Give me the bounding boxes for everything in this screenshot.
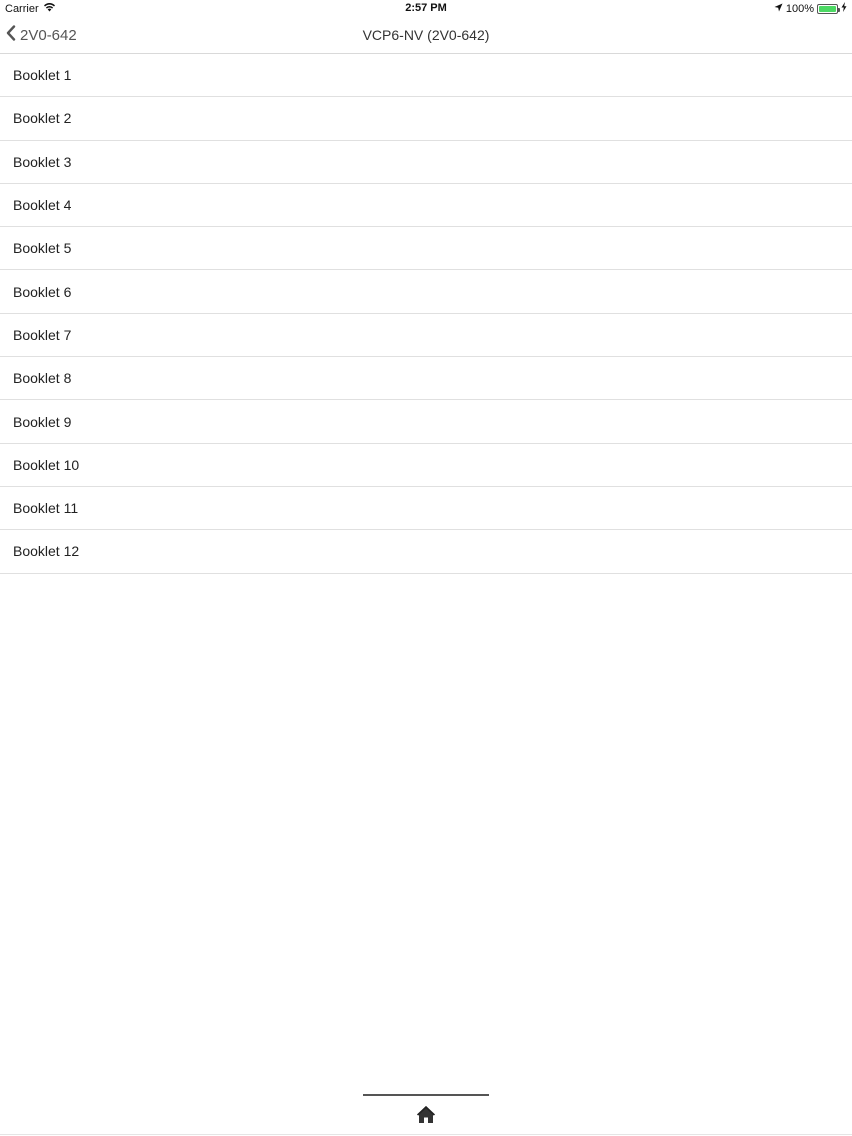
list-item-label: Booklet 6 [13, 283, 72, 300]
status-right: 100% [774, 2, 847, 15]
list-item-label: Booklet 9 [13, 413, 72, 430]
toolbar-indicator-line [363, 1094, 489, 1096]
location-arrow-icon [774, 3, 783, 15]
list-item[interactable]: Booklet 12 [0, 530, 852, 574]
battery-tip [838, 7, 840, 12]
home-icon [416, 1105, 436, 1129]
list-item-label: Booklet 5 [13, 240, 72, 257]
booklet-list: Booklet 1 Booklet 2 Booklet 3 Booklet 4 Book… [0, 54, 852, 574]
list-item[interactable]: Booklet 2 [0, 97, 852, 141]
battery-percent: 100% [785, 2, 814, 15]
list-item-label: Booklet 4 [13, 197, 72, 214]
battery-icon [817, 3, 840, 14]
list-item[interactable]: Booklet 10 [0, 444, 852, 487]
list-item-label: Booklet 11 [13, 500, 79, 517]
page-title: VCP6-NV (2V0-642) [362, 27, 490, 43]
list-item[interactable]: Booklet 4 [0, 184, 852, 228]
list-item[interactable]: Booklet 6 [0, 270, 852, 314]
home-button[interactable] [414, 1105, 438, 1129]
list-item-label: Booklet 8 [13, 370, 72, 387]
list-item-label: Booklet 7 [13, 326, 72, 343]
list-item-label: Booklet 2 [13, 110, 72, 127]
list-item[interactable]: Booklet 5 [0, 227, 852, 271]
list-item[interactable]: Booklet 9 [0, 400, 852, 444]
charging-bolt-icon [841, 2, 847, 15]
status-bar: Carrier 2:57 PM 100% [0, 0, 852, 17]
bottom-divider [0, 1134, 852, 1135]
status-time: 2:57 PM [405, 2, 447, 14]
list-item[interactable]: Booklet 11 [0, 487, 852, 531]
battery-fill [819, 5, 836, 12]
list-item-label: Booklet 3 [13, 153, 72, 170]
list-item[interactable]: Booklet 7 [0, 314, 852, 358]
list-item-label: Booklet 10 [13, 456, 80, 473]
list-item-label: Booklet 1 [13, 67, 72, 84]
app-screen: Carrier 2:57 PM 100% 2V0-642 VCP6-NV (2V… [0, 0, 852, 1136]
list-item-label: Booklet 12 [13, 543, 80, 560]
list-item[interactable]: Booklet 3 [0, 141, 852, 184]
list-item[interactable]: Booklet 1 [0, 54, 852, 98]
list-item[interactable]: Booklet 8 [0, 357, 852, 401]
navigation-bar: 2V0-642 VCP6-NV (2V0-642) [0, 17, 852, 54]
